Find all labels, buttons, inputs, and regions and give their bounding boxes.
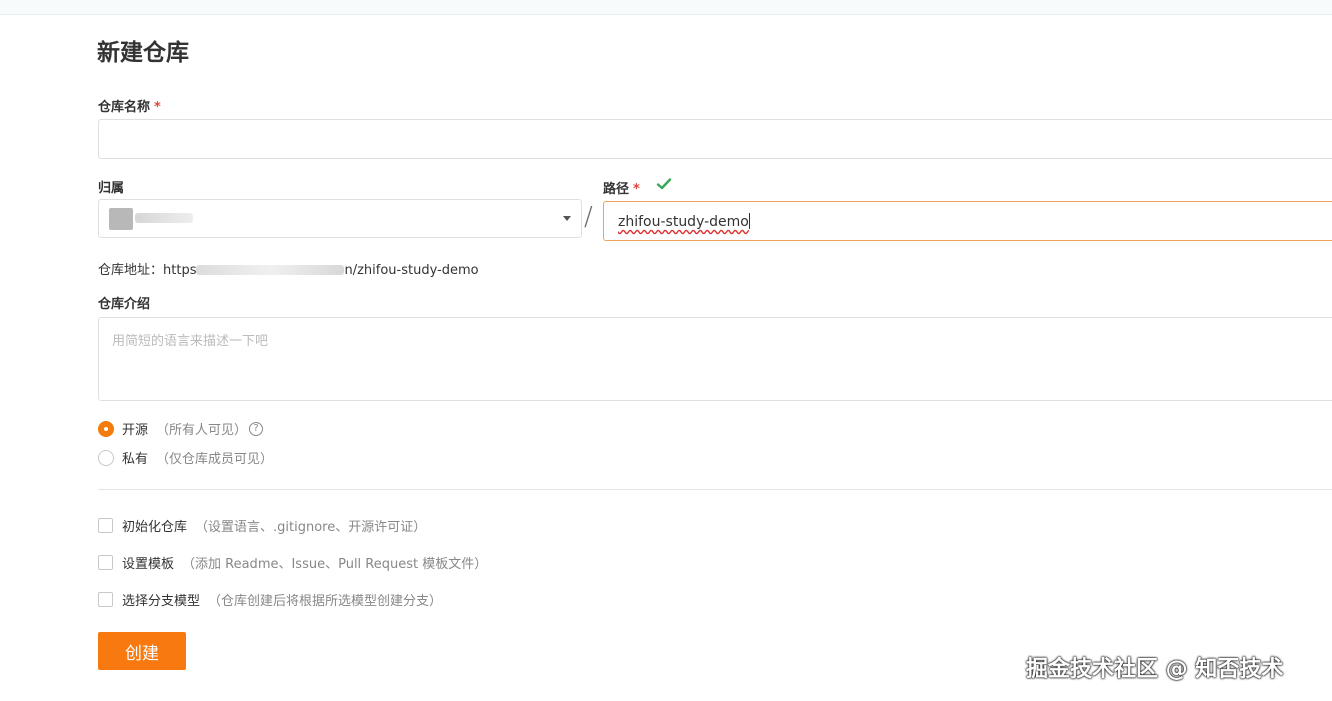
divider: [98, 489, 1332, 490]
radio-button-checked[interactable]: [98, 420, 114, 437]
page-title: 新建仓库: [97, 40, 189, 66]
option-label: 初始化仓库: [122, 520, 188, 535]
desc-label: 仓库介绍: [98, 297, 151, 312]
radio-button[interactable]: [98, 449, 114, 466]
checkbox[interactable]: [98, 518, 113, 533]
path-label: 路径 *: [603, 178, 640, 197]
watermark: 掘金技术社区 @ 知否技术: [1026, 657, 1284, 682]
desc-placeholder: 用简短的语言来描述一下吧: [112, 334, 269, 349]
radio-private[interactable]: 私有 （仅仓库成员可见）: [98, 448, 273, 467]
repo-url: 仓库地址：https n/zhifou-study-demo: [98, 259, 479, 278]
radio-hint: （所有人可见）: [156, 423, 248, 438]
required-mark: *: [633, 182, 640, 197]
top-bar: [0, 0, 1332, 15]
option-template[interactable]: 设置模板 （添加 Readme、Issue、Pull Request 模板文件）: [98, 553, 487, 572]
required-mark: *: [154, 100, 161, 115]
help-icon[interactable]: ?: [249, 421, 264, 436]
option-hint: （设置语言、.gitignore、开源许可证）: [195, 520, 427, 535]
option-label: 设置模板: [122, 557, 175, 572]
repo-name-label: 仓库名称 *: [98, 96, 161, 115]
path-value: zhifou-study-demo: [618, 214, 749, 230]
repo-name-label-text: 仓库名称: [98, 100, 151, 115]
path-label-text: 路径: [603, 182, 630, 197]
owner-avatar: [109, 208, 133, 230]
path-input[interactable]: zhifou-study-demo: [603, 201, 1332, 241]
repo-name-input[interactable]: [98, 119, 1332, 159]
create-button[interactable]: 创建: [98, 632, 186, 670]
repo-url-prefix: 仓库地址：: [98, 263, 164, 278]
path-separator: /: [584, 202, 593, 232]
owner-select[interactable]: [98, 199, 582, 238]
repo-url-redacted: [196, 265, 345, 275]
text-cursor: [748, 213, 750, 229]
option-label: 选择分支模型: [122, 594, 201, 609]
radio-hint: （仅仓库成员可见）: [156, 452, 274, 467]
radio-label: 私有: [122, 452, 149, 467]
option-hint: （仓库创建后将根据所选模型创建分支）: [208, 594, 443, 609]
option-init-repo[interactable]: 初始化仓库 （设置语言、.gitignore、开源许可证）: [98, 516, 426, 535]
checkbox[interactable]: [98, 592, 113, 607]
option-hint: （添加 Readme、Issue、Pull Request 模板文件）: [182, 557, 488, 572]
radio-open-source[interactable]: 开源 （所有人可见） ?: [98, 419, 264, 438]
check-icon: [656, 178, 672, 190]
chevron-down-icon: [563, 216, 571, 221]
desc-textarea[interactable]: 用简短的语言来描述一下吧: [98, 317, 1332, 401]
option-branch-model[interactable]: 选择分支模型 （仓库创建后将根据所选模型创建分支）: [98, 590, 442, 609]
owner-name-redacted: [135, 213, 193, 223]
checkbox[interactable]: [98, 555, 113, 570]
repo-url-start: https: [163, 263, 197, 278]
repo-url-end: n/zhifou-study-demo: [344, 263, 479, 278]
radio-label: 开源: [122, 423, 149, 438]
owner-label: 归属: [98, 181, 125, 196]
